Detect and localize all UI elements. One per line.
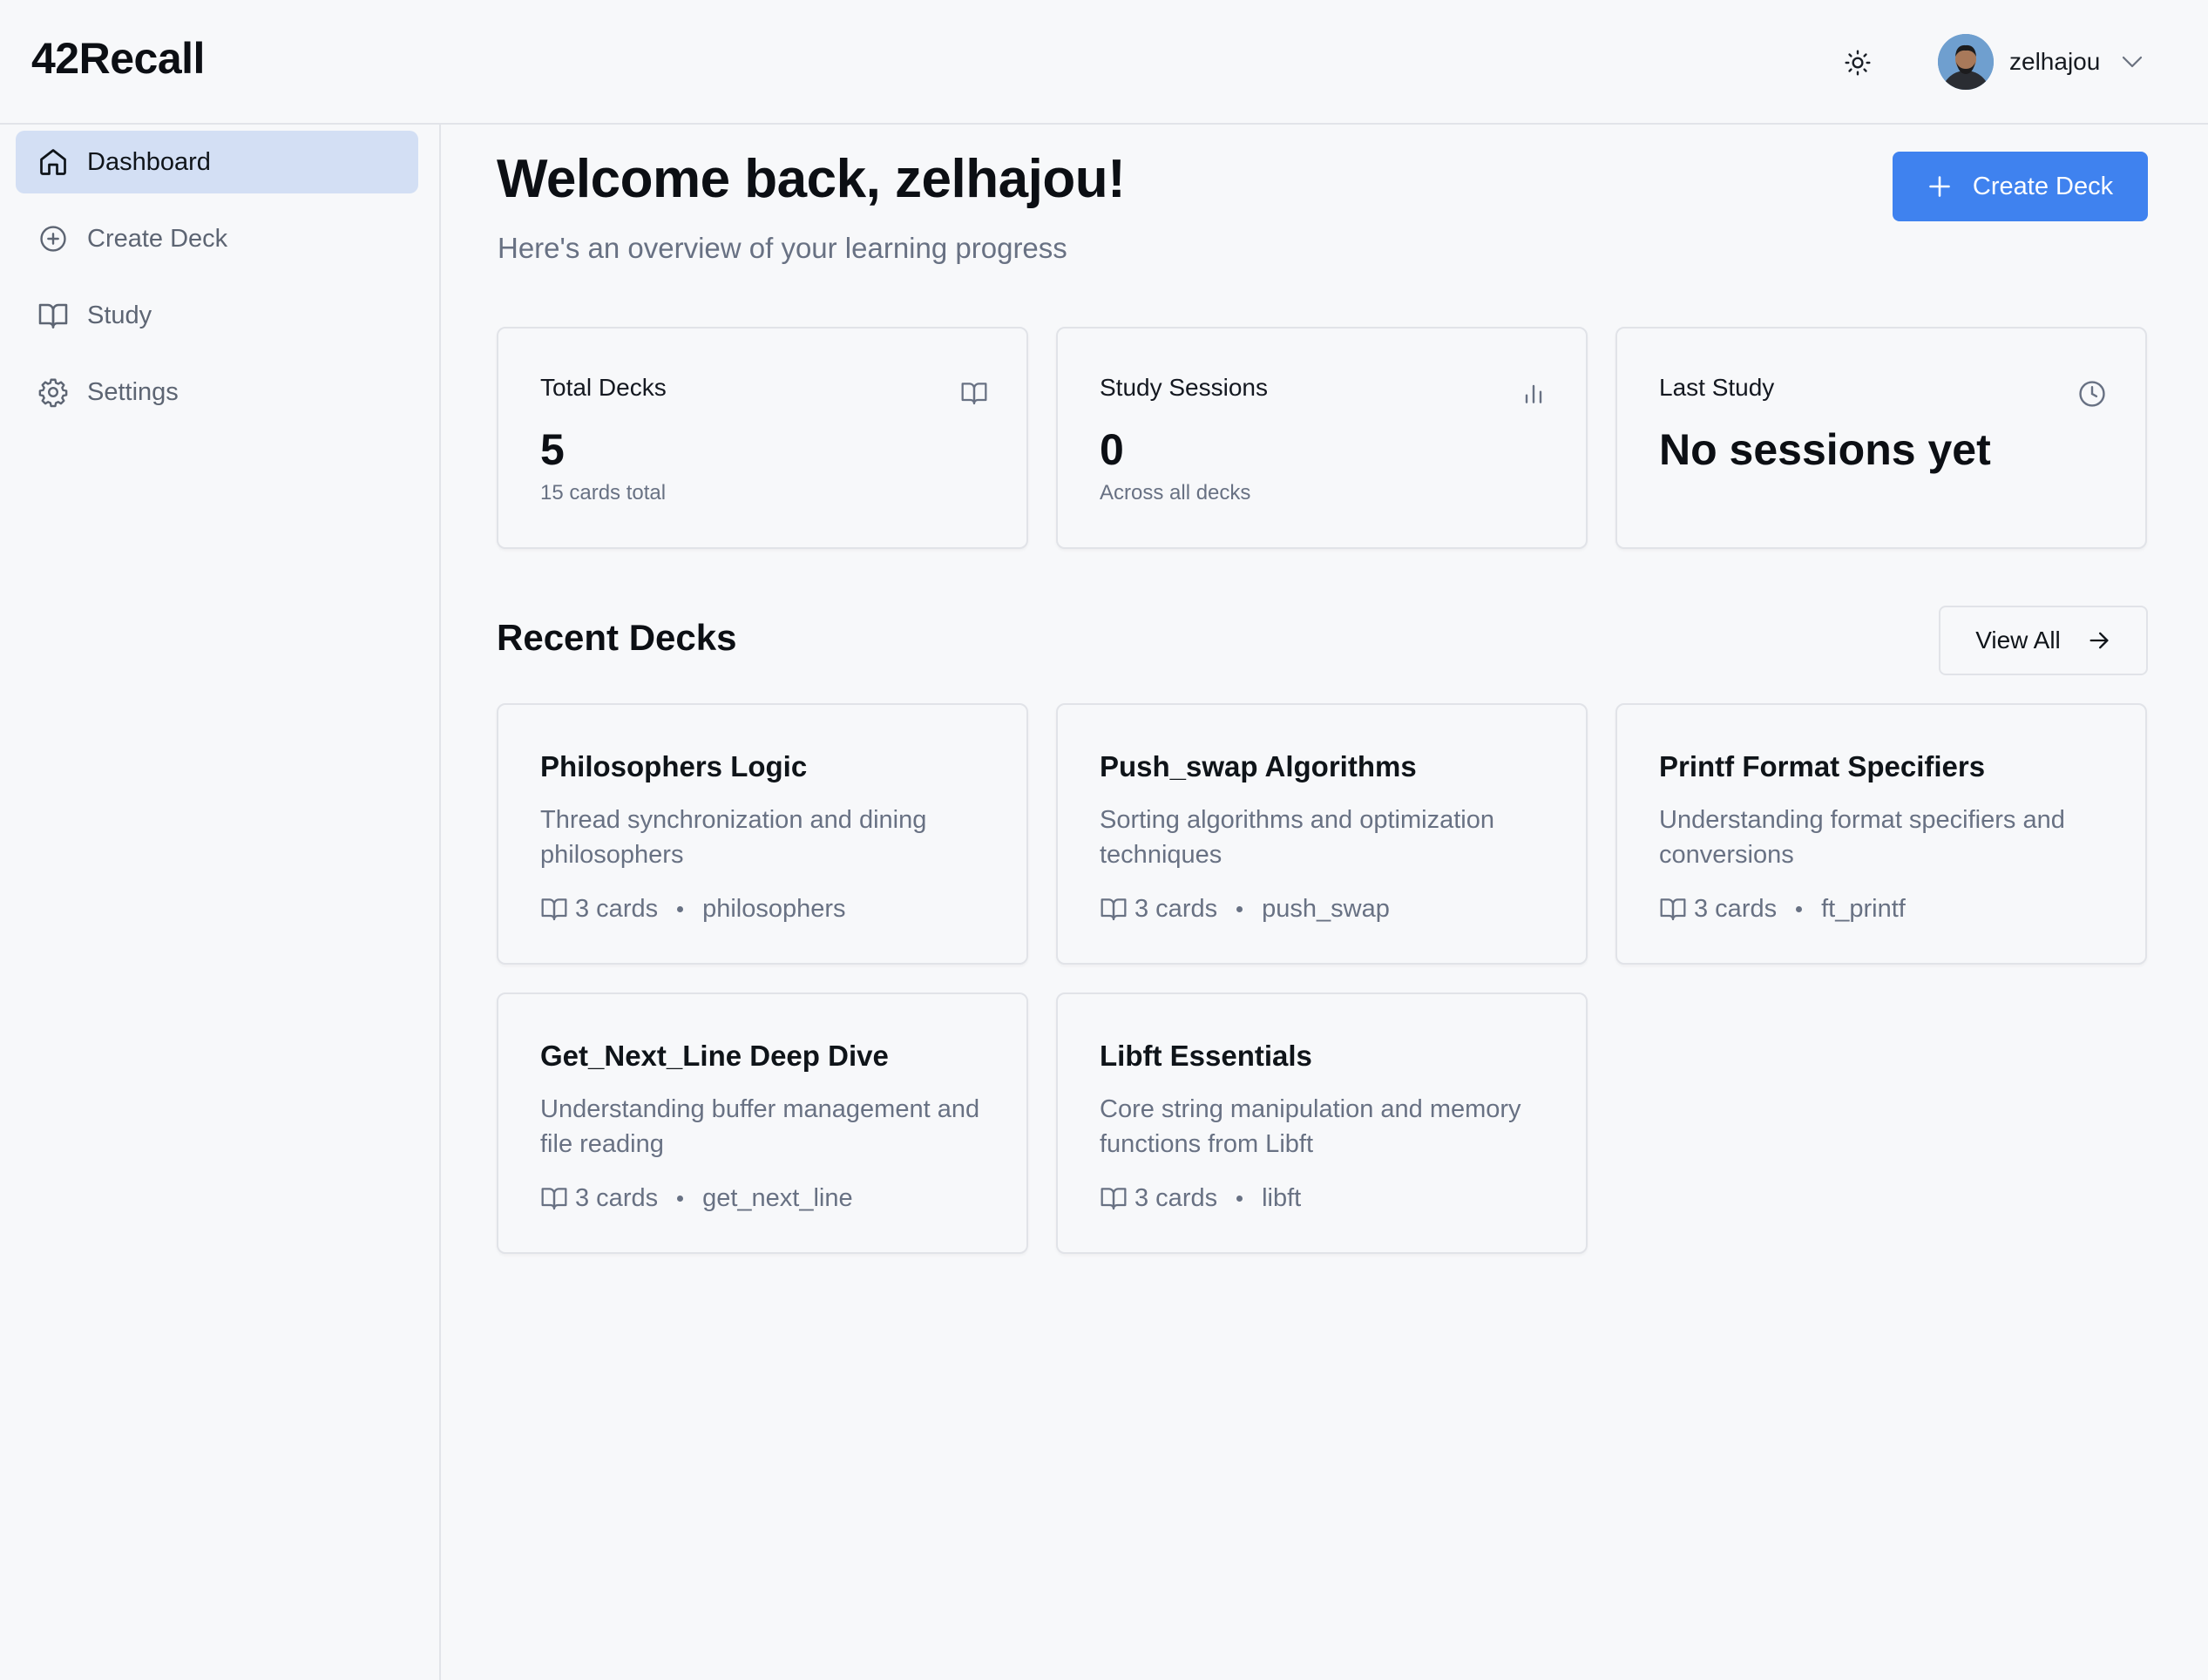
stat-card-study-sessions: Study Sessions 0 Across all decks [1056, 327, 1588, 549]
sidebar-item-settings[interactable]: Settings [16, 361, 418, 423]
page-title: Welcome back, zelhajou! [497, 149, 1126, 209]
sidebar-item-label: Create Deck [87, 224, 228, 253]
separator-dot [1796, 905, 1803, 912]
plus-icon [1929, 176, 1950, 197]
top-header: 42Recall zelhajou [0, 0, 2208, 125]
view-all-button[interactable]: View All [1939, 606, 2148, 675]
deck-card[interactable]: Philosophers Logic Thread synchronizatio… [497, 703, 1028, 965]
deck-meta: 3 cards ft_printf [1659, 891, 1906, 926]
deck-card-count: 3 cards [575, 1183, 659, 1212]
deck-description: Thread synchronization and dining philos… [540, 806, 927, 869]
home-icon [37, 146, 70, 179]
sidebar-item-study[interactable]: Study [16, 284, 418, 347]
separator-dot [677, 1195, 684, 1202]
book-open-icon [541, 898, 567, 921]
chevron-down-icon [2123, 56, 2143, 68]
stat-title: Last Study [1659, 374, 1775, 401]
create-deck-button[interactable]: Create Deck [1893, 152, 2148, 221]
avatar [1938, 34, 1994, 90]
bar-chart-icon [1525, 384, 1542, 403]
deck-title: Libft Essentials [1100, 1040, 1312, 1072]
sidebar-item-label: Study [87, 301, 152, 329]
sidebar-item-label: Dashboard [87, 147, 211, 176]
deck-tag: libft [1262, 1183, 1302, 1212]
book-open-icon [961, 383, 987, 405]
deck-meta: 3 cards philosophers [540, 891, 846, 926]
sidebar-item-label: Settings [87, 377, 179, 406]
deck-description: Understanding format specifiers and conv… [1659, 806, 2065, 869]
stat-subtext: 15 cards total [540, 481, 667, 505]
clock-icon [2079, 381, 2105, 407]
stat-value: 5 [540, 425, 565, 474]
sidebar-item-create-deck[interactable]: Create Deck [16, 207, 418, 270]
gear-icon [37, 376, 70, 409]
deck-card[interactable]: Printf Format Specifiers Understanding f… [1615, 703, 2147, 965]
app-logo[interactable]: 42Recall [31, 33, 205, 84]
deck-card-count: 3 cards [1134, 1183, 1218, 1212]
separator-dot [1236, 1195, 1243, 1202]
deck-meta: 3 cards push_swap [1100, 891, 1390, 926]
stat-card-last-study: Last Study No sessions yet [1615, 327, 2147, 549]
deck-tag: philosophers [702, 894, 846, 923]
view-all-label: View All [1975, 627, 2061, 654]
book-open-icon [1101, 898, 1127, 921]
deck-card[interactable]: Get_Next_Line Deep Dive Understanding bu… [497, 992, 1028, 1254]
deck-title: Philosophers Logic [540, 750, 808, 782]
separator-dot [1236, 905, 1243, 912]
arrow-right-icon [2089, 632, 2109, 649]
deck-tag: get_next_line [702, 1183, 853, 1212]
user-menu[interactable]: zelhajou [1938, 31, 2145, 92]
deck-card[interactable]: Push_swap Algorithms Sorting algorithms … [1056, 703, 1588, 965]
sidebar-item-dashboard[interactable]: Dashboard [16, 131, 418, 193]
stat-card-total-decks: Total Decks 5 15 cards total [497, 327, 1028, 549]
deck-tag: ft_printf [1821, 894, 1906, 923]
deck-card-count: 3 cards [1134, 894, 1218, 923]
deck-meta: 3 cards get_next_line [540, 1181, 853, 1216]
separator-dot [677, 905, 684, 912]
deck-description: Sorting algorithms and optimization tech… [1100, 806, 1494, 869]
stat-value: 0 [1100, 425, 1124, 474]
deck-card-count: 3 cards [1694, 894, 1778, 923]
sidebar: Dashboard Create Deck Study Settings [0, 125, 441, 1680]
deck-description: Understanding buffer management and file… [540, 1095, 980, 1158]
stat-subtext: Across all decks [1100, 481, 1251, 505]
deck-card[interactable]: Libft Essentials Core string manipulatio… [1056, 992, 1588, 1254]
create-deck-label: Create Deck [1972, 172, 2114, 200]
book-open-icon [1660, 898, 1686, 921]
stat-title: Study Sessions [1100, 374, 1268, 401]
sun-icon [1845, 50, 1871, 76]
stat-value: No sessions yet [1659, 425, 1991, 474]
plus-circle-icon [37, 222, 70, 255]
deck-title: Get_Next_Line Deep Dive [540, 1040, 889, 1072]
deck-tag: push_swap [1262, 894, 1390, 923]
stat-title: Total Decks [540, 374, 667, 401]
deck-meta: 3 cards libft [1100, 1181, 1301, 1216]
deck-card-count: 3 cards [575, 894, 659, 923]
page-subtitle: Here's an overview of your learning prog… [498, 232, 1067, 264]
theme-toggle-button[interactable] [1839, 44, 1877, 82]
deck-title: Printf Format Specifiers [1659, 750, 1986, 782]
username: zelhajou [2009, 48, 2101, 75]
book-open-icon [1101, 1188, 1127, 1210]
deck-title: Push_swap Algorithms [1100, 750, 1417, 782]
book-open-icon [541, 1188, 567, 1210]
recent-decks-heading: Recent Decks [497, 617, 737, 658]
book-open-icon [37, 299, 70, 332]
deck-description: Core string manipulation and memory func… [1100, 1095, 1521, 1158]
